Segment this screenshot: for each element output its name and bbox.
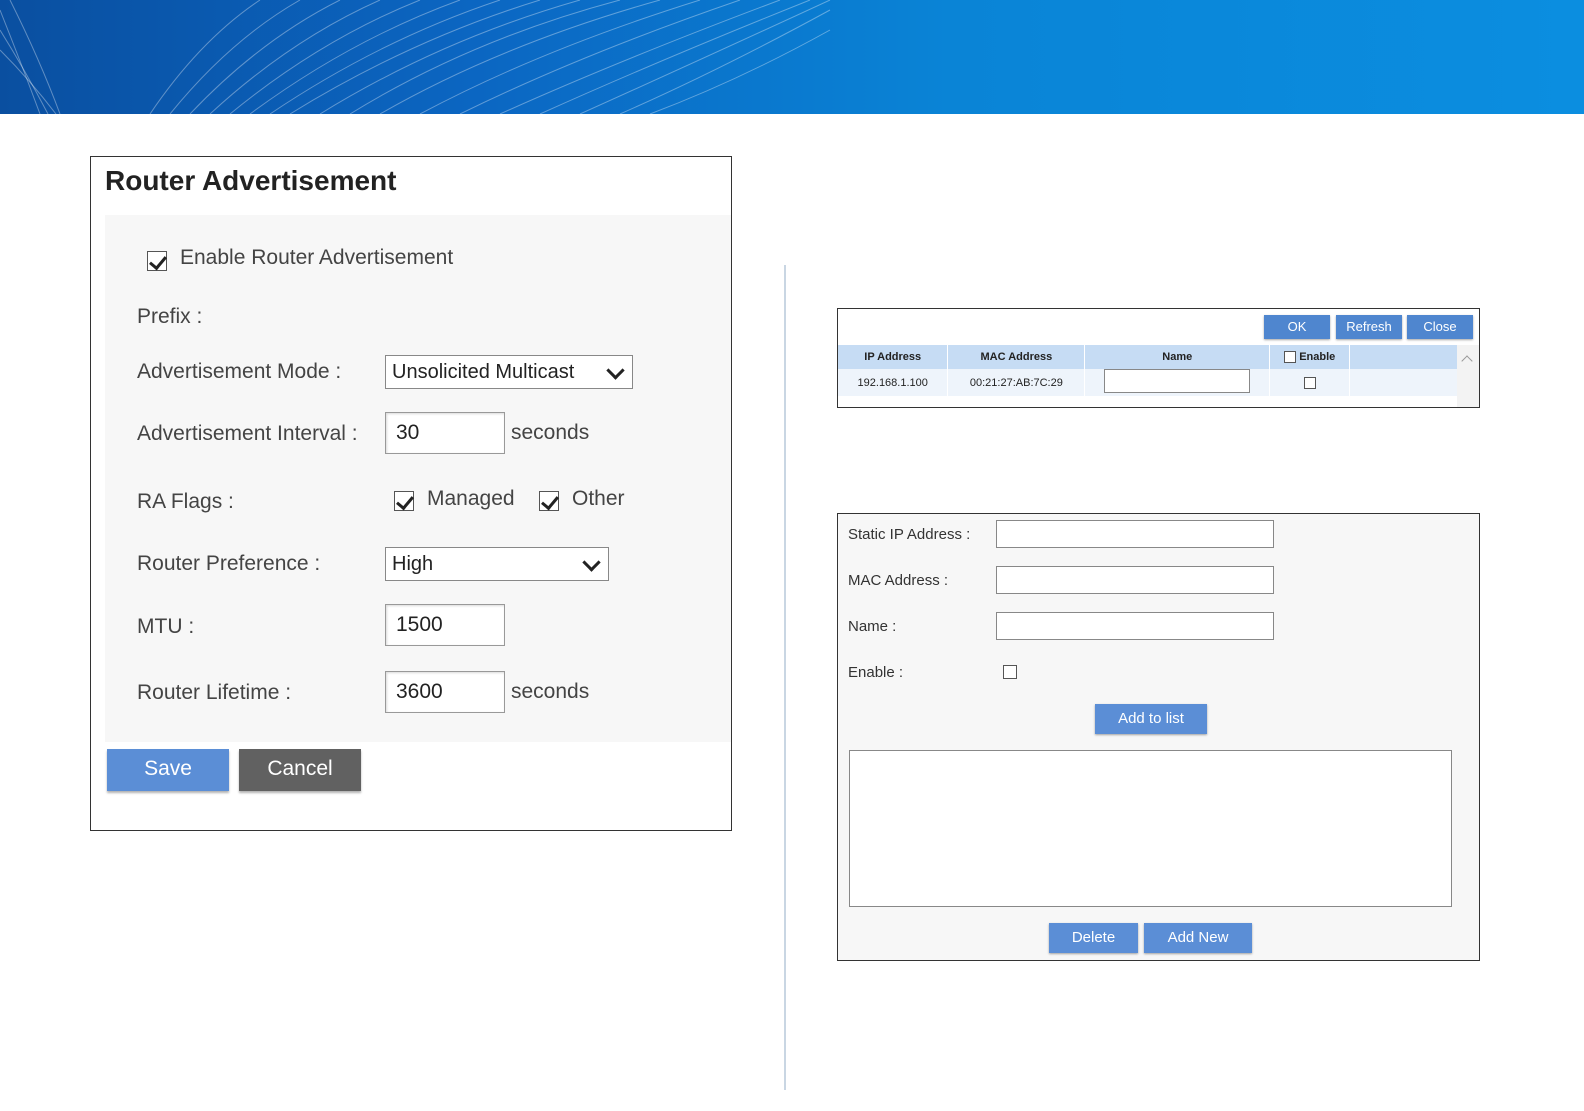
static-ip-label: Static IP Address : — [848, 526, 971, 543]
other-flag-checkbox[interactable] — [539, 491, 559, 511]
enable-label: Enable : — [848, 664, 904, 681]
static-lease-list[interactable] — [849, 750, 1452, 907]
static-lease-panel: Static IP Address : MAC Address : Name :… — [837, 513, 1480, 961]
managed-flag-checkbox[interactable] — [394, 491, 414, 511]
router-lifetime-label: Router Lifetime : — [137, 681, 292, 704]
enable-router-advertisement-label: Enable Router Advertisement — [180, 246, 454, 269]
row-name-input[interactable] — [1104, 369, 1251, 393]
chevron-down-icon — [582, 553, 601, 572]
delete-button[interactable]: Delete — [1049, 923, 1138, 953]
add-new-button[interactable]: Add New — [1144, 923, 1252, 953]
name-label: Name : — [848, 618, 897, 635]
router-preference-select[interactable]: High — [385, 547, 609, 581]
router-lifetime-unit: seconds — [511, 680, 590, 703]
prefix-label: Prefix : — [137, 305, 203, 328]
row-enable-cell — [1269, 369, 1351, 396]
column-divider — [784, 265, 786, 1090]
column-header-mac: MAC Address — [947, 345, 1086, 369]
advertisement-interval-unit: seconds — [511, 421, 590, 444]
banner-wave-graphic — [0, 0, 831, 114]
refresh-button[interactable]: Refresh — [1336, 315, 1402, 339]
router-advertisement-form: Enable Router Advertisement Prefix : Adv… — [105, 215, 731, 742]
client-list-panel: OK Refresh Close IP Address MAC Address … — [837, 308, 1480, 408]
table-header-row: IP Address MAC Address Name Enable — [838, 345, 1458, 369]
scrollbar[interactable] — [1457, 345, 1479, 407]
column-header-enable-label: Enable — [1299, 350, 1336, 363]
router-preference-value: High — [392, 553, 434, 575]
ok-button[interactable]: OK — [1264, 315, 1330, 339]
other-flag-label: Other — [572, 487, 625, 510]
row-ip-cell: 192.168.1.100 — [838, 369, 949, 396]
static-ip-input[interactable] — [996, 520, 1274, 548]
mac-address-label: MAC Address : — [848, 572, 949, 589]
mtu-label: MTU : — [137, 615, 195, 638]
enable-checkbox[interactable] — [1003, 665, 1017, 679]
advertisement-mode-select[interactable]: Unsolicited Multicast — [385, 355, 633, 389]
advertisement-mode-label: Advertisement Mode : — [137, 360, 342, 383]
advertisement-interval-input[interactable]: 30 — [385, 412, 505, 454]
mac-address-input[interactable] — [996, 566, 1274, 594]
column-header-enable: Enable — [1269, 345, 1351, 369]
column-header-ip: IP Address — [838, 345, 949, 369]
managed-flag-label: Managed — [427, 487, 515, 510]
row-spacer-cell — [1349, 369, 1458, 396]
column-header-spacer — [1349, 345, 1458, 369]
cancel-button[interactable]: Cancel — [239, 749, 361, 791]
name-input[interactable] — [996, 612, 1274, 640]
row-name-cell — [1084, 369, 1271, 396]
page-title: Router Advertisement — [105, 165, 397, 196]
advertisement-mode-value: Unsolicited Multicast — [392, 361, 575, 383]
ra-flags-label: RA Flags : — [137, 490, 234, 513]
chevron-up-icon[interactable] — [1461, 355, 1473, 367]
table-row: 192.168.1.100 00:21:27:AB:7C:29 — [838, 369, 1458, 396]
router-lifetime-input[interactable]: 3600 — [385, 671, 505, 713]
save-button[interactable]: Save — [107, 749, 229, 791]
enable-router-advertisement-checkbox[interactable] — [147, 251, 167, 271]
chevron-down-icon — [606, 361, 625, 380]
advertisement-interval-label: Advertisement Interval : — [137, 422, 358, 445]
column-header-name: Name — [1084, 345, 1271, 369]
select-all-checkbox[interactable] — [1284, 351, 1297, 364]
router-preference-label: Router Preference : — [137, 552, 321, 575]
client-table: IP Address MAC Address Name Enable 192.1… — [838, 345, 1458, 396]
row-mac-cell: 00:21:27:AB:7C:29 — [947, 369, 1086, 396]
mtu-input[interactable]: 1500 — [385, 604, 505, 646]
router-advertisement-panel: Router Advertisement Enable Router Adver… — [90, 156, 732, 831]
row-enable-checkbox[interactable] — [1303, 376, 1316, 389]
header-banner — [0, 0, 1584, 114]
close-button[interactable]: Close — [1407, 315, 1473, 339]
add-to-list-button[interactable]: Add to list — [1095, 704, 1207, 734]
